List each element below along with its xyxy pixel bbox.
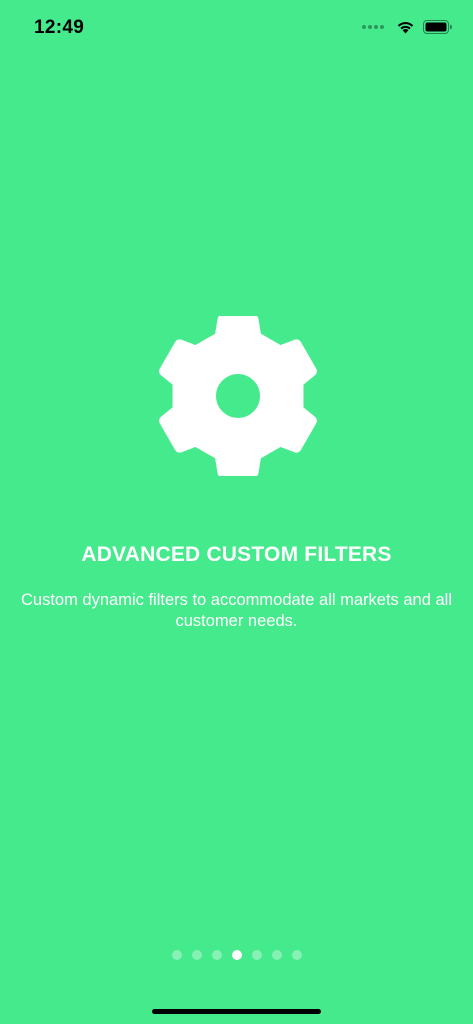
page-dot[interactable] [291,950,302,960]
page-dot[interactable] [211,950,222,960]
page-dot[interactable] [231,950,242,960]
cellular-signal-icon [362,25,384,29]
onboarding-description: Custom dynamic filters to accommodate al… [21,591,452,630]
status-indicators [362,20,453,34]
page-dot[interactable] [271,950,282,960]
gear-icon [159,316,317,476]
page-dot[interactable] [171,950,182,960]
page-indicator[interactable] [0,950,473,960]
battery-icon [423,20,452,34]
home-indicator[interactable] [152,1009,321,1014]
onboarding-title: ADVANCED CUSTOM FILTERS [81,543,392,566]
page-dot[interactable] [191,950,202,960]
wifi-icon [397,22,414,34]
status-bar: 12:49 [0,0,473,58]
status-time: 12:49 [34,17,85,38]
page-dot[interactable] [251,950,262,960]
